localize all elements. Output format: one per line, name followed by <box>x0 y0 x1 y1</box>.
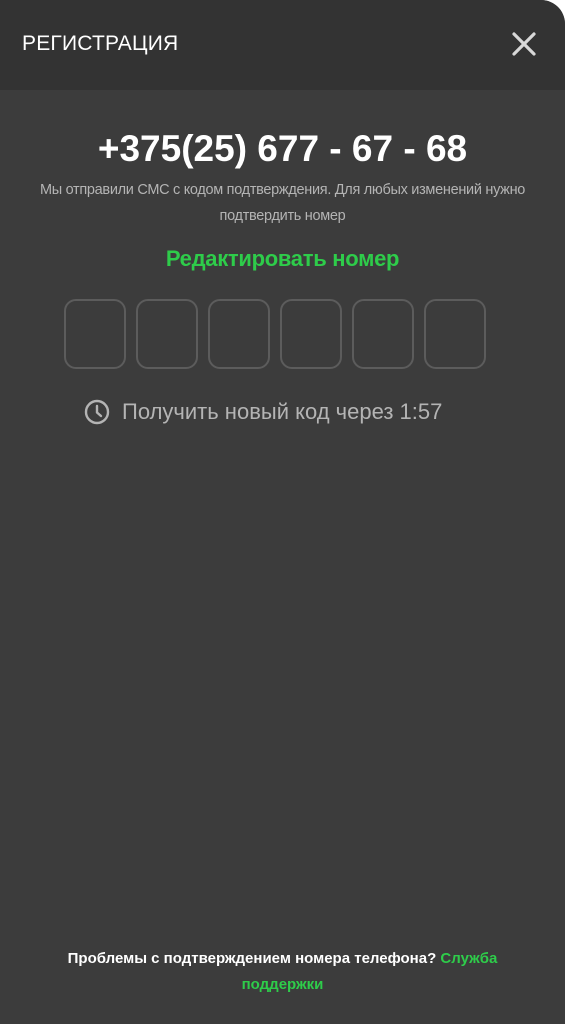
code-input-group <box>64 299 488 371</box>
modal-header: РЕГИСТРАЦИЯ <box>0 0 565 90</box>
support-footer: Проблемы с подтверждением номера телефон… <box>30 946 535 998</box>
edit-number-link[interactable]: Редактировать номер <box>0 246 565 272</box>
code-input-4[interactable] <box>280 299 342 369</box>
close-icon <box>512 32 536 56</box>
code-input-2[interactable] <box>136 299 198 369</box>
resend-timer-text: Получить новый код через 1:57 <box>122 399 443 424</box>
support-question-text: Проблемы с подтверждением номера телефон… <box>67 950 437 967</box>
code-input-6[interactable] <box>424 299 486 369</box>
close-button[interactable] <box>506 26 542 62</box>
phone-number: +375(25) 677 - 67 - 68 <box>97 128 468 169</box>
code-input-1[interactable] <box>64 299 126 369</box>
clock-icon <box>84 399 110 425</box>
code-input-3[interactable] <box>208 299 270 369</box>
modal-title: РЕГИСТРАЦИЯ <box>22 32 179 55</box>
registration-modal: РЕГИСТРАЦИЯ +375(25) 677 - 67 - 68 Мы от… <box>0 0 565 1024</box>
code-input-5[interactable] <box>352 299 414 369</box>
sms-info-text: Мы отправили СМС с кодом подтверждения. … <box>39 182 526 224</box>
